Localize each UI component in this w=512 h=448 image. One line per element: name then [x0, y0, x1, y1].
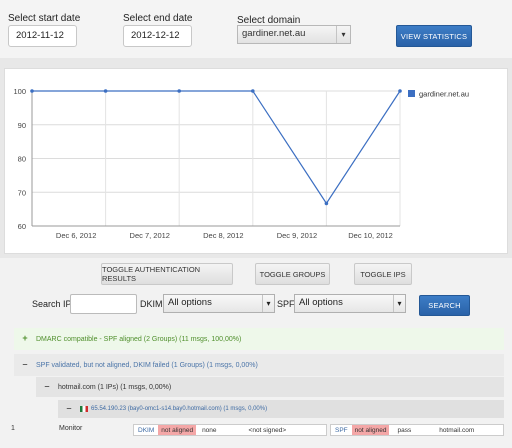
toggle-authentication-results-button[interactable]: TOGGLE AUTHENTICATION RESULTS — [101, 263, 233, 285]
data-point — [177, 89, 181, 93]
chevron-down-icon: ▾ — [262, 295, 274, 312]
start-date-input[interactable]: 2012-11-12 — [8, 25, 77, 47]
y-tick-label: 90 — [18, 121, 26, 130]
expand-plus-icon[interactable]: + — [20, 334, 30, 344]
spf-domain-value: hotmail.com — [439, 426, 475, 434]
policy-value: Monitor — [59, 425, 83, 432]
legend-swatch — [408, 90, 415, 97]
x-tick-label: Dec 7, 2012 — [130, 231, 170, 240]
chevron-down-icon: ▾ — [336, 26, 350, 43]
ip-label: 65.54.190.23 (bay0-omc1-s14.bay0.hotmail… — [91, 406, 268, 412]
collapse-minus-icon[interactable]: – — [20, 360, 30, 370]
result-group-row[interactable]: + DMARC compatible - SPF aligned (2 Grou… — [14, 328, 504, 350]
x-tick-label: Dec 10, 2012 — [348, 231, 393, 240]
dkim-result-value: none — [202, 426, 217, 434]
series-line — [32, 90, 401, 205]
start-date-label: Select start date — [8, 13, 81, 24]
chevron-down-icon: ▾ — [393, 295, 405, 312]
search-button[interactable]: SEARCH — [419, 295, 470, 316]
data-point — [324, 201, 329, 206]
ip-row[interactable]: – 65.54.190.23 (bay0-omc1-s14.bay0.hotma… — [58, 400, 504, 418]
spf-result-cell: SPF not aligned pass hotmail.com — [330, 424, 504, 436]
host-row[interactable]: – hotmail.com (1 IPs) (1 msgs, 0,00%) — [36, 377, 504, 397]
collapse-minus-icon[interactable]: – — [42, 382, 52, 392]
chart-panel: 60 70 80 90 100 Dec 6, 2012 Dec 7, 2012 Dec 8, … — [4, 68, 508, 254]
dkim-filter-value: All options — [168, 297, 212, 308]
dkim-alignment-badge: not aligned — [158, 425, 197, 435]
end-date-label: Select end date — [123, 13, 193, 24]
x-tick-label: Dec 9, 2012 — [277, 231, 317, 240]
y-tick-label: 100 — [13, 87, 26, 96]
y-tick-label: 60 — [18, 222, 26, 231]
line-chart: 60 70 80 90 100 Dec 6, 2012 Dec 7, 2012 Dec 8, … — [13, 87, 469, 240]
dkim-domain-value: <not signed> — [248, 426, 287, 434]
result-group-label: DMARC compatible - SPF aligned (2 Groups… — [36, 335, 242, 343]
y-tick-label: 80 — [18, 155, 26, 164]
toggle-ips-button[interactable]: TOGGLE IPS — [354, 263, 412, 285]
mexico-flag-icon — [80, 406, 88, 412]
domain-select[interactable]: gardiner.net.au ▾ — [237, 25, 351, 44]
result-group-label: SPF validated, but not aligned, DKIM fai… — [36, 361, 258, 369]
x-tick-label: Dec 6, 2012 — [56, 231, 96, 240]
message-count: 1 — [11, 425, 15, 432]
data-point — [30, 89, 34, 93]
filter-bar: Select start date 2012-11-12 Select end … — [0, 0, 512, 58]
dkim-filter-select[interactable]: All options ▾ — [163, 294, 275, 313]
table-row: 1 Monitor DKIM not aligned none <not sig… — [0, 420, 512, 438]
spf-cell-label: SPF — [335, 426, 348, 434]
data-point — [398, 89, 402, 93]
spf-filter-label: SPF — [277, 299, 295, 309]
x-tick-label: Dec 8, 2012 — [203, 231, 243, 240]
domain-select-value: gardiner.net.au — [242, 28, 306, 39]
collapse-minus-icon[interactable]: – — [64, 404, 74, 414]
legend-label: gardiner.net.au — [419, 90, 469, 99]
dkim-cell-label: DKIM — [138, 426, 155, 434]
result-group-row[interactable]: – SPF validated, but not aligned, DKIM f… — [14, 354, 504, 376]
toggle-groups-button[interactable]: TOGGLE GROUPS — [255, 263, 330, 285]
search-ip-label: Search IP: — [32, 299, 75, 309]
y-tick-label: 70 — [18, 188, 26, 197]
dkim-filter-label: DKIM — [140, 299, 163, 309]
data-point — [251, 89, 255, 93]
spf-alignment-badge: not aligned — [351, 425, 390, 435]
spf-filter-value: All options — [299, 297, 343, 308]
dkim-result-cell: DKIM not aligned none <not signed> — [133, 424, 327, 436]
spf-filter-select[interactable]: All options ▾ — [294, 294, 406, 313]
end-date-input[interactable]: 2012-12-12 — [123, 25, 192, 47]
data-point — [103, 89, 108, 93]
host-label: hotmail.com (1 IPs) (1 msgs, 0,00%) — [58, 383, 172, 391]
spf-result-value: pass — [397, 426, 412, 434]
view-statistics-button[interactable]: VIEW STATISTICS — [396, 25, 472, 47]
search-ip-input[interactable] — [70, 294, 137, 314]
